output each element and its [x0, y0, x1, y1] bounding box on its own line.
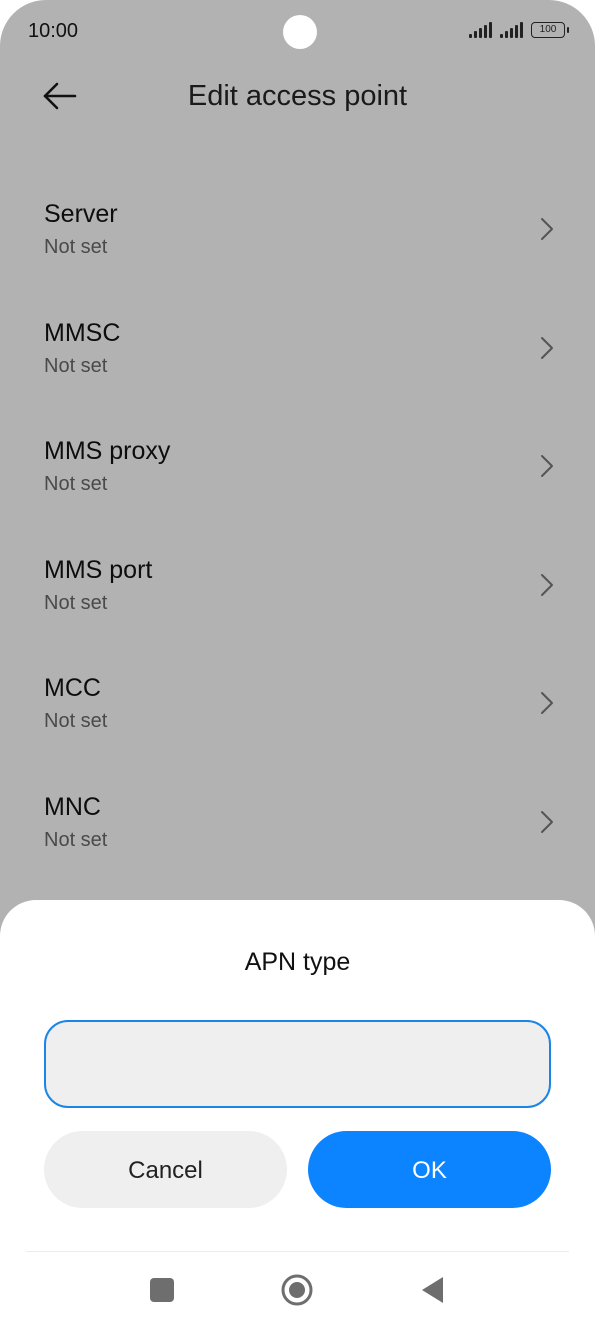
signal-icon: [469, 22, 492, 38]
setting-value: Not set: [44, 354, 108, 377]
setting-value: Not set: [44, 828, 108, 851]
setting-value: Not set: [44, 710, 108, 733]
setting-row-server[interactable]: Server Not set: [0, 178, 595, 297]
battery-level: 100: [539, 24, 557, 35]
setting-title: MMS port: [44, 555, 153, 584]
setting-title: MCC: [44, 674, 101, 703]
app-header: Edit access point: [0, 64, 595, 134]
battery-icon: 100: [531, 22, 569, 38]
recents-square-icon[interactable]: [144, 1272, 180, 1308]
home-circle-icon[interactable]: [279, 1272, 315, 1308]
chevron-right-icon: [541, 692, 553, 715]
status-icons: 100: [469, 22, 569, 38]
setting-value: Not set: [44, 473, 108, 496]
cancel-button[interactable]: Cancel: [44, 1131, 287, 1208]
setting-title: MMS proxy: [44, 437, 171, 466]
navigation-bar: [0, 1252, 595, 1324]
chevron-right-icon: [541, 810, 553, 833]
settings-list: Server Not set MMSC Not set MMS proxy No…: [0, 178, 595, 890]
dialog-title: APN type: [244, 948, 351, 976]
setting-title: MNC: [44, 792, 101, 821]
chevron-right-icon: [541, 218, 553, 240]
ok-button[interactable]: OK: [308, 1131, 551, 1208]
setting-value: Not set: [44, 236, 108, 258]
setting-value: Not set: [44, 591, 108, 614]
chevron-right-icon: [541, 336, 553, 359]
setting-row-mmsc[interactable]: MMSC Not set: [0, 297, 595, 416]
setting-row-mms-port[interactable]: MMS port Not set: [0, 534, 595, 653]
apn-type-input[interactable]: [44, 1020, 551, 1108]
chevron-right-icon: [541, 573, 553, 596]
setting-title: MMSC: [44, 318, 121, 347]
setting-row-mms-proxy[interactable]: MMS proxy Not set: [0, 415, 595, 534]
chevron-right-icon: [541, 455, 553, 478]
setting-row-mcc[interactable]: MCC Not set: [0, 652, 595, 771]
setting-title: Server: [44, 200, 118, 228]
status-bar: 10:00 100: [0, 0, 595, 64]
back-triangle-icon[interactable]: [415, 1272, 451, 1308]
camera-cutout: [283, 15, 317, 49]
page-title: Edit access point: [187, 80, 408, 112]
phone-screen: 10:00 100 Edit access point Server Not s…: [0, 0, 595, 1324]
status-time: 10:00: [28, 20, 79, 42]
setting-row-mnc[interactable]: MNC Not set: [0, 771, 595, 890]
signal-icon: [500, 22, 523, 38]
